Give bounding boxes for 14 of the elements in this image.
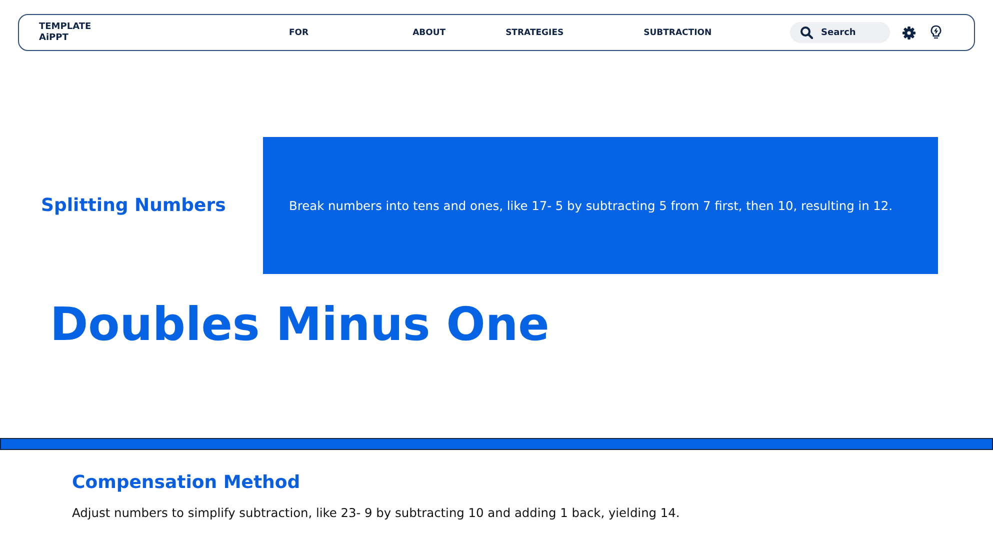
settings-icon[interactable]: [902, 26, 916, 40]
nav-link[interactable]: STRATEGIES: [506, 28, 564, 38]
feature-text: Break numbers into tens and ones, like 17- 5 by subtracting 5 from 7 first, then 10, resulting in 12.: [289, 198, 893, 212]
section-heading: Compensation Method: [72, 472, 302, 493]
logo-text: AiPPT: [39, 32, 70, 44]
feature-label: Splitting Numbers: [41, 195, 227, 216]
lightbulb-icon[interactable]: [930, 25, 942, 40]
search-field[interactable]: Search: [790, 22, 890, 43]
nav-link[interactable]: FOR: [289, 28, 309, 38]
logo-text: TEMPLATE: [39, 22, 92, 32]
nav-link[interactable]: ABOUT: [412, 28, 446, 38]
page-title: Doubles Minus One: [50, 296, 550, 353]
nav-link[interactable]: SUBTRACTION: [644, 28, 712, 38]
section-text: Adjust numbers to simplify subtraction, like 23- 9 by subtracting 10 and adding 1 back, yielding 14.: [72, 506, 681, 520]
